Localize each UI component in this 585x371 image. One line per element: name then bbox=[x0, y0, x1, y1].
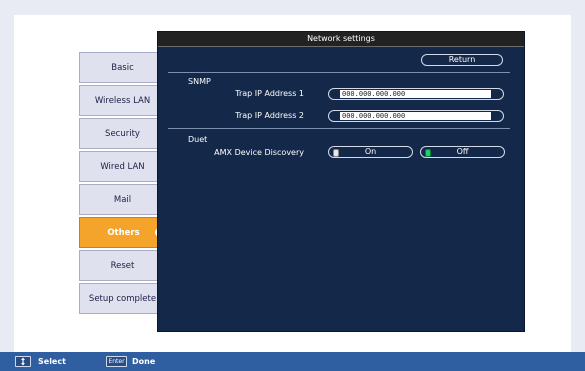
up-down-arrow-icon bbox=[15, 356, 31, 367]
tab-setup-complete[interactable]: Setup complete bbox=[79, 283, 165, 314]
trap-ip-2-field[interactable]: 000.000.000.000 bbox=[328, 110, 504, 122]
network-settings-panel: Network settings Return SNMP Trap IP Add… bbox=[157, 31, 525, 332]
tab-label: Security bbox=[105, 128, 140, 139]
divider bbox=[168, 128, 510, 129]
tab-label: Basic bbox=[111, 62, 134, 73]
amx-discovery-label: AMX Device Discovery bbox=[214, 148, 304, 157]
trap-ip-2-label: Trap IP Address 2 bbox=[235, 111, 304, 120]
tab-security[interactable]: Security bbox=[79, 118, 165, 149]
snmp-section-label: SNMP bbox=[188, 77, 211, 86]
amx-on-radio[interactable]: On bbox=[328, 146, 413, 158]
tab-others[interactable]: Others ✔ bbox=[79, 217, 167, 248]
radio-label: Off bbox=[456, 147, 469, 156]
tab-label: Mail bbox=[113, 194, 132, 205]
help-bar: Select Enter Done bbox=[0, 352, 585, 371]
enter-key-icon: Enter bbox=[106, 356, 127, 367]
tab-basic[interactable]: Basic bbox=[79, 52, 165, 83]
tab-reset[interactable]: Reset bbox=[79, 250, 165, 281]
tab-label: Wired LAN bbox=[100, 161, 145, 172]
tab-label: Wireless LAN bbox=[94, 95, 151, 106]
radio-indicator-icon bbox=[333, 149, 339, 157]
tab-label: Reset bbox=[110, 260, 135, 271]
trap-ip-1-field[interactable]: 000.000.000.000 bbox=[328, 88, 504, 100]
divider bbox=[168, 72, 510, 73]
up-down-arrow-icon bbox=[21, 357, 25, 366]
duet-section-label: Duet bbox=[188, 135, 208, 144]
radio-indicator-icon bbox=[425, 149, 431, 157]
amx-off-radio[interactable]: Off bbox=[420, 146, 505, 158]
tab-wireless-lan[interactable]: Wireless LAN bbox=[79, 85, 165, 116]
tab-wired-lan[interactable]: Wired LAN bbox=[79, 151, 165, 182]
tab-label: Others bbox=[107, 227, 140, 238]
return-button[interactable]: Return bbox=[421, 54, 503, 66]
trap-ip-1-label: Trap IP Address 1 bbox=[235, 89, 304, 98]
tab-mail[interactable]: Mail bbox=[79, 184, 165, 215]
radio-label: On bbox=[364, 147, 377, 156]
trap-ip-1-value: 000.000.000.000 bbox=[340, 90, 491, 98]
panel-title: Network settings bbox=[158, 32, 524, 47]
trap-ip-2-value: 000.000.000.000 bbox=[340, 112, 491, 120]
tab-label: Setup complete bbox=[88, 293, 157, 304]
done-hint: Done bbox=[132, 357, 156, 366]
select-hint: Select bbox=[38, 357, 66, 366]
